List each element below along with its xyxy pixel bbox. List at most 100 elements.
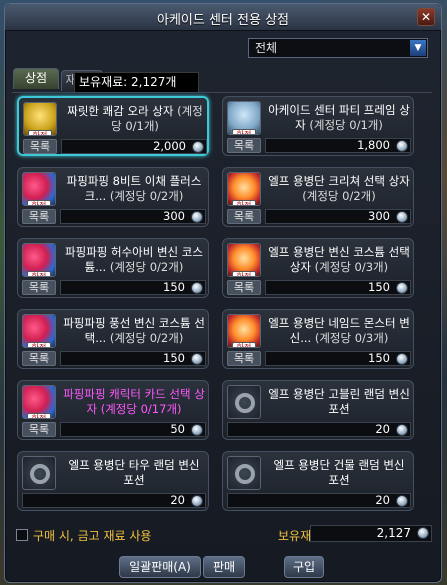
item-name-text: 엘프 용병단 타우 랜덤 변신 포션 <box>68 458 200 487</box>
candy-box-icon: 한정 <box>22 385 56 419</box>
gift-box-icon: 한정 <box>227 314 261 348</box>
item-price-value: 2,000 <box>153 139 186 153</box>
item-name: 파핑파핑 캐릭터 카드 선택 상자 (계정당 0/17개) <box>62 387 206 417</box>
item-name-text: 엘프 용병단 크리쳐 선택 상자 <box>268 174 410 188</box>
item-name-text: 엘프 용병단 고블린 랜덤 변신 포션 <box>268 387 410 416</box>
vault-material-checkbox[interactable] <box>16 529 28 541</box>
limited-badge: 한정 <box>27 271 51 276</box>
item-name-text: 짜릿한 쾌감 오라 상자 <box>67 104 174 118</box>
material-coin-icon <box>191 353 203 365</box>
candy-box-icon: 한정 <box>22 243 56 277</box>
gift-box-icon: 한정 <box>227 172 261 206</box>
material-coin-icon <box>396 424 408 436</box>
vault-material-checkbox-label: 구매 시, 금고 재료 사용 <box>33 529 152 543</box>
item-list-tag[interactable]: 목록 <box>22 422 56 437</box>
item-limit: (계정당 0/17개) <box>100 402 182 416</box>
candy-box-icon: 한정 <box>22 314 56 348</box>
item-limit: (계정당 0/1개) <box>309 118 383 132</box>
sell-button[interactable]: 판매 <box>203 556 245 578</box>
item-limit: (계정당 0/2개) <box>109 331 184 345</box>
item-list-tag[interactable]: 목록 <box>22 351 56 366</box>
shop-item[interactable]: 한정 아케이드 센터 파티 프레임 상자 (계정당 0/1개) 목록 1,800 <box>222 96 414 156</box>
item-list-tag[interactable]: 목록 <box>227 209 261 224</box>
item-price-value: 300 <box>368 209 390 223</box>
buy-button[interactable]: 구입 <box>284 556 324 578</box>
shop-item[interactable]: 한정 파핑파핑 허수아비 변신 코스튬... (계정당 0/2개) 목록 150 <box>17 238 209 298</box>
material-coin-icon <box>396 353 408 365</box>
limited-badge: 한정 <box>232 129 256 134</box>
item-limit: (계정당 0/2개) <box>109 260 184 274</box>
item-name: 엘프 용병단 네임드 몬스터 변신... (계정당 0/3개) <box>267 316 411 346</box>
shop-item[interactable]: 엘프 용병단 고블린 랜덤 변신 포션 20 <box>222 380 414 440</box>
title-bar[interactable]: 아케이드 센터 전용 상점 ✕ <box>5 4 441 31</box>
item-price: 20 <box>22 493 206 508</box>
item-price: 20 <box>227 493 411 508</box>
ring-icon <box>227 456 261 490</box>
item-list-tag[interactable]: 목록 <box>227 138 261 153</box>
item-list-tag[interactable]: 목록 <box>22 280 56 295</box>
owned-materials-amount: 2,127 <box>376 526 411 540</box>
material-coin-icon <box>396 282 408 294</box>
item-price: 150 <box>265 280 411 295</box>
limited-badge: 한정 <box>232 342 256 347</box>
item-price-value: 20 <box>375 493 390 507</box>
item-list-tag[interactable]: 목록 <box>227 351 261 366</box>
owned-materials-value: 2,127 <box>310 525 432 542</box>
item-price-value: 150 <box>368 280 390 294</box>
shop-item[interactable]: 엘프 용병단 타우 랜덤 변신 포션 20 <box>17 451 209 511</box>
ring-shape <box>235 393 255 413</box>
tooltip-owned-materials: 보유재료: 2,127개 <box>74 72 199 93</box>
item-price-value: 1,800 <box>357 138 390 152</box>
material-coin-icon <box>417 527 429 539</box>
candy-box-icon: 한정 <box>22 172 56 206</box>
item-name: 짜릿한 쾌감 오라 상자 (계정당 0/1개) <box>63 104 207 134</box>
ring-shape <box>235 464 255 484</box>
item-price: 150 <box>265 351 411 366</box>
item-name: 엘프 용병단 건물 랜덤 변신 포션 <box>267 458 411 488</box>
limited-badge: 한정 <box>232 271 256 276</box>
ring-icon <box>227 385 261 419</box>
limited-badge: 한정 <box>27 200 51 205</box>
shop-item[interactable]: 한정 엘프 용병단 변신 코스튬 선택 상자 (계정당 0/3개) 목록 150 <box>222 238 414 298</box>
ring-icon <box>22 456 56 490</box>
item-name: 엘프 용병단 타우 랜덤 변신 포션 <box>62 458 206 488</box>
limited-badge: 한정 <box>27 342 51 347</box>
item-name: 엘프 용병단 고블린 랜덤 변신 포션 <box>267 387 411 417</box>
item-list-tag[interactable]: 목록 <box>227 280 261 295</box>
chevron-down-icon[interactable]: ▼ <box>410 40 426 56</box>
shop-item[interactable]: 한정 짜릿한 쾌감 오라 상자 (계정당 0/1개) 목록 2,000 <box>17 96 209 156</box>
item-price-value: 20 <box>170 493 185 507</box>
item-list-tag[interactable]: 목록 <box>22 209 56 224</box>
tab-shop[interactable]: 상점 <box>13 68 59 89</box>
category-dropdown-value: 전체 <box>255 41 278 55</box>
item-price-value: 50 <box>170 422 185 436</box>
item-name: 아케이드 센터 파티 프레임 상자 (계정당 0/1개) <box>267 103 411 133</box>
item-price: 50 <box>60 422 206 437</box>
shop-item[interactable]: 한정 파핑파핑 캐릭터 카드 선택 상자 (계정당 0/17개) 목록 50 <box>17 380 209 440</box>
item-limit: (계정당 0/3개) <box>314 260 389 274</box>
shop-item[interactable]: 한정 엘프 용병단 네임드 몬스터 변신... (계정당 0/3개) 목록 150 <box>222 309 414 369</box>
shop-item[interactable]: 한정 파핑파핑 풍선 변신 코스튬 선택... (계정당 0/2개) 목록 150 <box>17 309 209 369</box>
item-price-value: 150 <box>163 351 185 365</box>
bulk-sell-button[interactable]: 일괄판매(A) <box>119 556 201 578</box>
party-frame-box-icon: 한정 <box>227 101 261 135</box>
shop-item[interactable]: 엘프 용병단 건물 랜덤 변신 포션 20 <box>222 451 414 511</box>
item-price: 150 <box>60 280 206 295</box>
item-limit: (계정당 0/2개) <box>109 189 184 203</box>
material-coin-icon <box>191 495 203 507</box>
shop-item[interactable]: 한정 엘프 용병단 크리쳐 선택 상자 (계정당 0/2개) 목록 300 <box>222 167 414 227</box>
close-icon[interactable]: ✕ <box>417 8 435 26</box>
limited-badge: 한정 <box>27 413 51 418</box>
item-price-value: 150 <box>368 351 390 365</box>
item-list-tag[interactable]: 목록 <box>23 139 57 154</box>
shop-item[interactable]: 한정 파핑파핑 8비트 이채 플러스 크... (계정당 0/2개) 목록 300 <box>17 167 209 227</box>
item-name-text: 엘프 용병단 건물 랜덤 변신 포션 <box>273 458 405 487</box>
category-dropdown[interactable]: 전체 ▼ <box>248 38 428 58</box>
limited-badge: 한정 <box>28 130 52 135</box>
item-price-value: 300 <box>163 209 185 223</box>
item-name: 엘프 용병단 변신 코스튬 선택 상자 (계정당 0/3개) <box>267 245 411 275</box>
material-coin-icon <box>396 495 408 507</box>
item-price: 2,000 <box>61 139 207 154</box>
material-coin-icon <box>396 140 408 152</box>
item-price: 1,800 <box>265 138 411 153</box>
